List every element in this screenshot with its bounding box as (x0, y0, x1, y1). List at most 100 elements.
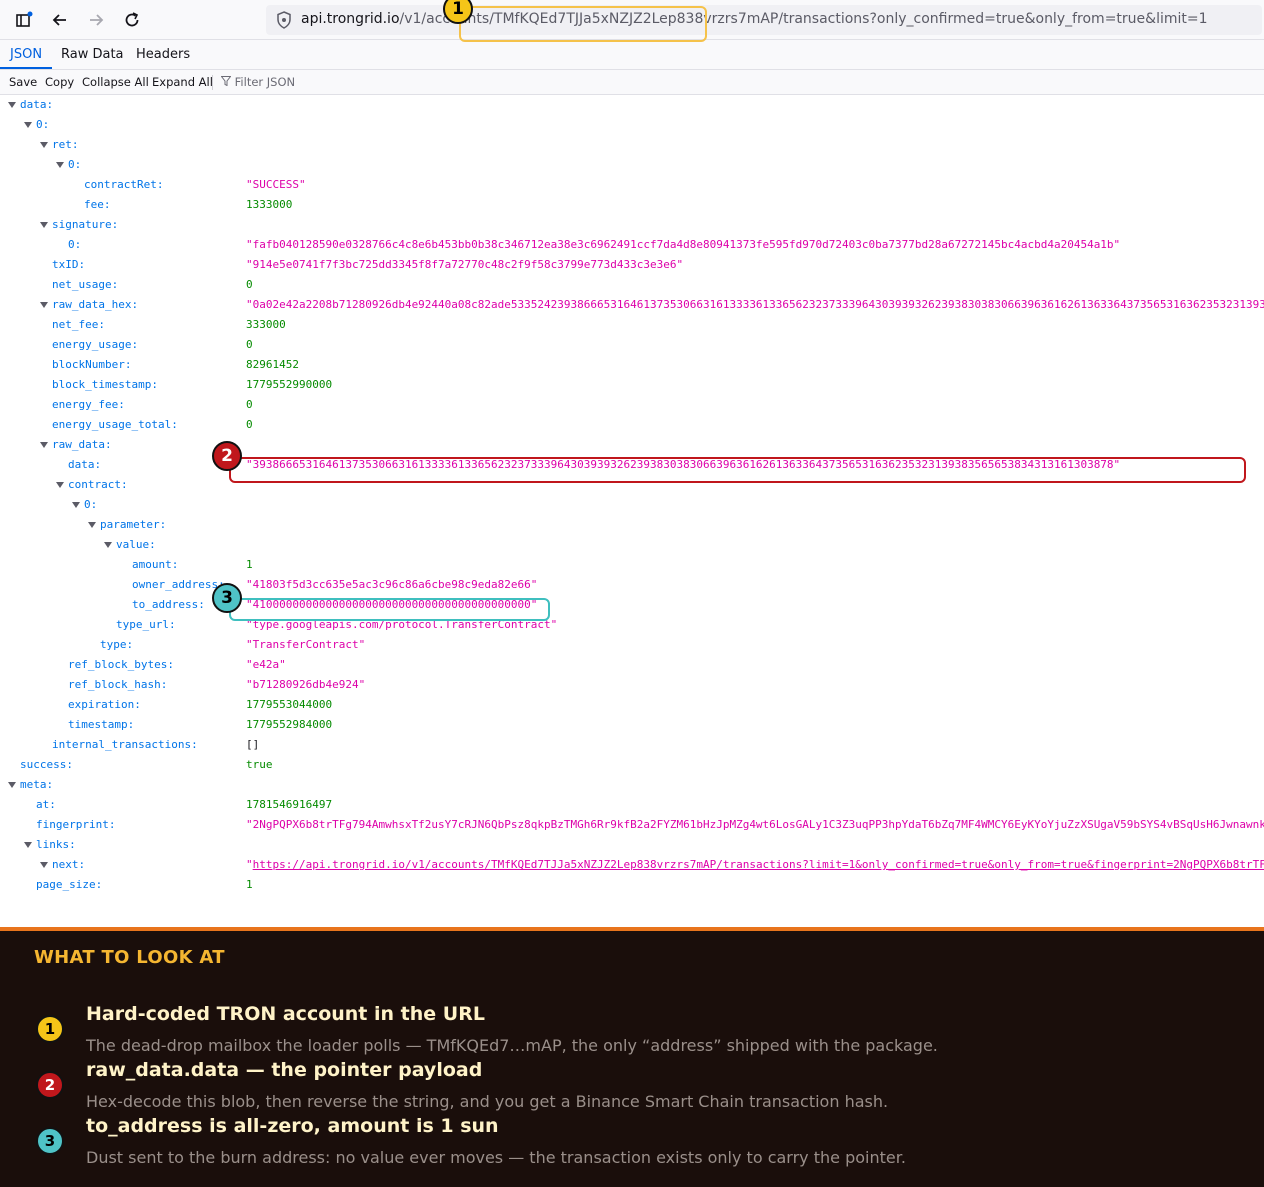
expand-all-button[interactable]: Expand All (152, 75, 213, 89)
json-value: "b71280926db4e924" (246, 678, 366, 691)
reload-icon[interactable] (120, 8, 144, 32)
json-key: data: (68, 458, 102, 471)
tab-raw-data[interactable]: Raw Data (51, 40, 134, 69)
badge-2: 2 (212, 441, 242, 471)
json-key: timestamp: (68, 718, 135, 731)
item-3-heading: to_address is all-zero, amount is 1 sun (86, 1115, 499, 1137)
json-key: owner_address: (132, 578, 225, 591)
json-row[interactable]: raw_data_hex: "0a02e42a2208b71280926db4e9… (0, 295, 1264, 315)
json-row[interactable]: energy_usage: 0 (0, 335, 1264, 355)
json-key: next: (52, 858, 86, 871)
json-row[interactable]: fee: 1333000 (0, 195, 1264, 215)
json-value: "e42a" (246, 658, 286, 671)
json-toolbar: Save Copy Collapse All Expand All Filter… (0, 70, 1264, 95)
json-link[interactable]: https://api.trongrid.io/v1/accounts/TMfK… (253, 858, 1264, 871)
expand-toggle-icon[interactable] (40, 222, 48, 228)
json-row[interactable]: links: (0, 835, 1264, 855)
json-key: block_timestamp: (52, 378, 158, 391)
json-value: 0 (246, 278, 253, 291)
expand-toggle-icon[interactable] (40, 442, 48, 448)
save-button[interactable]: Save (9, 75, 37, 89)
json-row[interactable]: data: (0, 95, 1264, 115)
json-key: raw_data: (52, 438, 112, 451)
json-value: "https://api.trongrid.io/v1/accounts/TMf… (246, 858, 1264, 871)
json-row[interactable]: next: "https://api.trongrid.io/v1/account… (0, 855, 1264, 875)
json-row[interactable]: expiration: 1779553044000 (0, 695, 1264, 715)
url-bar[interactable]: api.trongrid.io/v1/accounts/TMfKQEd7TJJa… (266, 5, 1262, 35)
expand-toggle-icon[interactable] (72, 502, 80, 508)
json-row[interactable]: 0: "fafb040128590e0328766c4c8e6b453bb0b38… (0, 235, 1264, 255)
json-row[interactable]: blockNumber: 82961452 (0, 355, 1264, 375)
json-key: 0: (68, 158, 82, 171)
json-row[interactable]: amount: 1 (0, 555, 1264, 575)
json-row[interactable]: 0: (0, 155, 1264, 175)
json-row[interactable]: net_usage: 0 (0, 275, 1264, 295)
json-row[interactable]: 0: (0, 115, 1264, 135)
json-row[interactable]: net_fee: 333000 (0, 315, 1264, 335)
json-row[interactable]: value: (0, 535, 1264, 555)
json-row[interactable]: type_url: "type.googleapis.com/protocol.T… (0, 615, 1264, 635)
json-row[interactable]: energy_usage_total: 0 (0, 415, 1264, 435)
copy-button[interactable]: Copy (45, 75, 74, 89)
json-row[interactable]: meta: (0, 775, 1264, 795)
expand-toggle-icon[interactable] (88, 522, 96, 528)
json-value: true (246, 758, 273, 771)
panel-badge-3: 3 (36, 1127, 64, 1155)
json-row[interactable]: type: "TransferContract" (0, 635, 1264, 655)
json-value: 0 (246, 418, 253, 431)
json-row[interactable]: contractRet: "SUCCESS" (0, 175, 1264, 195)
expand-toggle-icon[interactable] (8, 782, 16, 788)
json-row[interactable]: signature: (0, 215, 1264, 235)
expand-toggle-icon[interactable] (56, 482, 64, 488)
expand-toggle-icon[interactable] (24, 842, 32, 848)
collapse-all-button[interactable]: Collapse All (82, 75, 149, 89)
json-key: 0: (68, 238, 82, 251)
json-row[interactable]: timestamp: 1779552984000 (0, 715, 1264, 735)
expand-toggle-icon[interactable] (8, 102, 16, 108)
sidebar-toggle-icon[interactable] (12, 8, 36, 32)
expand-toggle-icon[interactable] (24, 122, 32, 128)
json-key: type_url: (116, 618, 176, 631)
json-row[interactable]: ref_block_bytes: "e42a" (0, 655, 1264, 675)
expand-toggle-icon[interactable] (40, 302, 48, 308)
json-key: net_usage: (52, 278, 119, 291)
json-key: net_fee: (52, 318, 105, 331)
filter-json-input[interactable]: Filter JSON (220, 75, 295, 89)
json-key: to_address: (132, 598, 205, 611)
json-row[interactable]: block_timestamp: 1779552990000 (0, 375, 1264, 395)
json-row[interactable]: raw_data: (0, 435, 1264, 455)
json-row[interactable]: txID: "914e5e0741f7f3bc725dd3345f8f7a7277… (0, 255, 1264, 275)
json-row[interactable]: internal_transactions: [] (0, 735, 1264, 755)
forward-arrow-icon[interactable] (84, 8, 108, 32)
json-row[interactable]: owner_address: "41803f5d3cc635e5ac3c96c86… (0, 575, 1264, 595)
expand-toggle-icon[interactable] (56, 162, 64, 168)
json-value: "TransferContract" (246, 638, 366, 651)
back-arrow-icon[interactable] (48, 8, 72, 32)
json-row[interactable]: page_size: 1 (0, 875, 1264, 895)
expand-toggle-icon[interactable] (40, 862, 48, 868)
item-2-heading: raw_data.data — the pointer payload (86, 1059, 483, 1081)
json-row[interactable]: energy_fee: 0 (0, 395, 1264, 415)
item-2-description: Hex-decode this blob, then reverse the s… (86, 1092, 889, 1111)
expand-toggle-icon[interactable] (40, 142, 48, 148)
json-row[interactable]: parameter: (0, 515, 1264, 535)
json-row[interactable]: to_address: "4100000000000000000000000000… (0, 595, 1264, 615)
json-row[interactable]: data: "3938666531646137353066316133336133… (0, 455, 1264, 475)
json-row[interactable]: ret: (0, 135, 1264, 155)
json-row[interactable]: success: true (0, 755, 1264, 775)
json-row[interactable]: contract: (0, 475, 1264, 495)
url-text[interactable]: api.trongrid.io/v1/accounts/TMfKQEd7TJJa… (301, 11, 1208, 27)
json-key: fingerprint: (36, 818, 116, 831)
tab-json[interactable]: JSON (0, 40, 53, 69)
json-value: "SUCCESS" (246, 178, 306, 191)
json-row[interactable]: 0: (0, 495, 1264, 515)
tab-headers[interactable]: Headers (126, 40, 200, 69)
json-value: 1779552990000 (246, 378, 333, 391)
json-key: page_size: (36, 878, 103, 891)
json-key: energy_usage_total: (52, 418, 178, 431)
expand-toggle-icon[interactable] (104, 542, 112, 548)
json-key: ret: (52, 138, 79, 151)
json-row[interactable]: ref_block_hash: "b71280926db4e924" (0, 675, 1264, 695)
json-row[interactable]: at: 1781546916497 (0, 795, 1264, 815)
json-row[interactable]: fingerprint: "2NgPQPX6b8trTFg794AmwhsxTf2… (0, 815, 1264, 835)
